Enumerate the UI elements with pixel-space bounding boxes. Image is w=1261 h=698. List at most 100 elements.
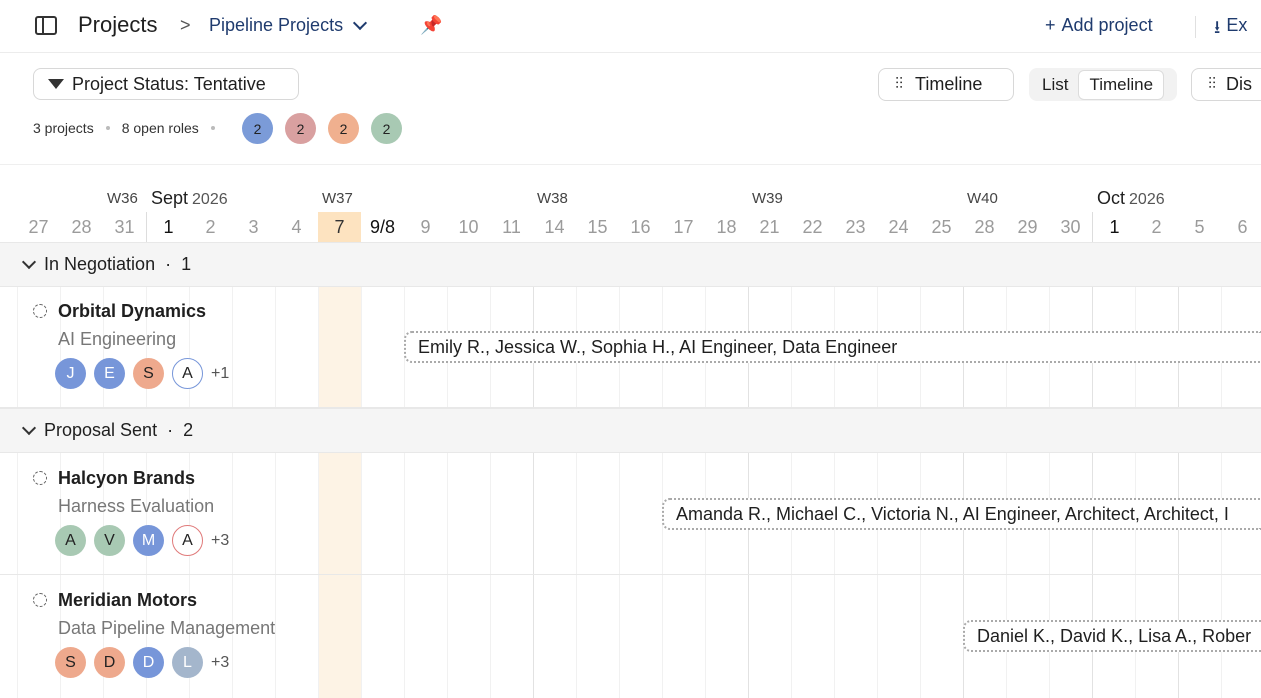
day-cell: 28 [974, 216, 995, 237]
breadcrumb-current-dropdown[interactable]: Pipeline Projects [209, 15, 368, 36]
role-count-badge[interactable]: 2 [285, 113, 316, 144]
avatar[interactable]: A [172, 525, 203, 556]
role-badges: 2 2 2 2 [242, 113, 402, 144]
view-list-option[interactable]: List [1032, 71, 1078, 99]
group-dot-separator: · [165, 254, 172, 274]
project-subtitle: Harness Evaluation [58, 496, 215, 516]
status-circle-icon[interactable] [33, 304, 47, 318]
avatar[interactable]: L [172, 647, 203, 678]
chevron-down-icon [21, 420, 37, 436]
day-cell: 16 [630, 216, 651, 237]
view-toggle: List Timeline [1029, 68, 1177, 101]
group-count: 1 [181, 254, 192, 274]
avatar[interactable]: S [55, 647, 86, 678]
month-year: 2026 [1129, 191, 1165, 208]
month-name: Sept [151, 188, 189, 208]
group-label: Proposal Sent · 2 [21, 420, 194, 441]
group-dot-separator: · [167, 420, 174, 440]
avatar[interactable]: V [94, 525, 125, 556]
day-cell: 2 [1151, 216, 1162, 237]
avatar[interactable]: M [133, 525, 164, 556]
download-icon: ⭳ [1214, 17, 1221, 37]
month-label: Sept 2026 [151, 188, 228, 209]
summary-stats: 3 projects 8 open roles [33, 120, 215, 136]
week-label: W40 [967, 190, 998, 207]
open-roles-count: 8 open roles [121, 120, 199, 136]
day-cell: 25 [931, 216, 952, 237]
role-count-badge[interactable]: 2 [242, 113, 273, 144]
day-cell: 18 [716, 216, 737, 237]
header-divider [1195, 16, 1196, 38]
day-cell: 9/8 [369, 216, 396, 237]
avatar[interactable]: E [94, 358, 125, 389]
avatar[interactable]: S [133, 358, 164, 389]
assignment-bar[interactable]: Daniel K., David K., Lisa A., Rober [963, 620, 1261, 652]
project-name[interactable]: Meridian Motors [58, 590, 197, 611]
avatar[interactable]: A [55, 525, 86, 556]
day-cell: 3 [248, 216, 259, 237]
assignment-bar[interactable]: Amanda R., Michael C., Victoria N., AI E… [662, 498, 1261, 530]
day-cell: 23 [845, 216, 866, 237]
timeline-settings-button[interactable]: ⫶⫶ Timeline [878, 68, 1014, 101]
role-count-badge[interactable]: 2 [328, 113, 359, 144]
export-button[interactable]: ⭳ Ex [1214, 15, 1247, 45]
day-cell: 2 [205, 216, 216, 237]
display-button[interactable]: ⫶⫶ Dis [1191, 68, 1261, 101]
week-label: W38 [537, 190, 568, 207]
assignment-bar[interactable]: Emily R., Jessica W., Sophia H., AI Engi… [404, 331, 1261, 363]
project-name[interactable]: Orbital Dynamics [58, 301, 206, 322]
week-label: W36 [107, 190, 138, 207]
more-avatars-count[interactable]: +1 [211, 365, 229, 383]
day-cell: 5 [1194, 216, 1205, 237]
group-count: 2 [183, 420, 194, 440]
project-subtitle: AI Engineering [58, 329, 177, 349]
dot-separator [210, 126, 215, 130]
add-project-button[interactable]: + Add project [1045, 15, 1153, 36]
month-year: 2026 [192, 191, 228, 208]
avatar[interactable]: J [55, 358, 86, 389]
day-cell: 9 [420, 216, 431, 237]
project-status-filter[interactable]: Project Status: Tentative [33, 68, 299, 100]
week-label: W39 [752, 190, 783, 207]
plus-icon: + [1045, 15, 1056, 35]
role-count-badge[interactable]: 2 [371, 113, 402, 144]
more-avatars-count[interactable]: +3 [211, 532, 229, 550]
project-row[interactable]: Orbital Dynamics AI Engineering J E S A … [0, 287, 1261, 408]
avatar[interactable]: D [133, 647, 164, 678]
day-cell: 10 [458, 216, 479, 237]
sidebar-toggle-icon[interactable] [35, 16, 57, 35]
header-separator [0, 164, 1261, 165]
breadcrumb-current-label: Pipeline Projects [209, 15, 344, 35]
day-cell: 15 [587, 216, 608, 237]
day-cell: 24 [888, 216, 909, 237]
day-cell: 4 [291, 216, 302, 237]
project-row[interactable]: Halcyon Brands Harness Evaluation A V M … [0, 453, 1261, 575]
avatar[interactable]: A [172, 358, 203, 389]
display-label: Dis [1226, 74, 1253, 94]
view-timeline-option[interactable]: Timeline [1078, 69, 1165, 100]
project-row[interactable]: Meridian Motors Data Pipeline Management… [0, 575, 1261, 698]
status-circle-icon[interactable] [33, 593, 47, 607]
avatar-group: J E S A +1 [55, 358, 229, 389]
breadcrumb-projects[interactable]: Projects [78, 12, 157, 38]
more-avatars-count[interactable]: +3 [211, 654, 229, 672]
group-header[interactable]: Proposal Sent · 2 [0, 408, 1261, 453]
filter-icon [48, 79, 64, 89]
week-label: W37 [322, 190, 353, 207]
project-subtitle: Data Pipeline Management [58, 618, 276, 638]
group-header[interactable]: In Negotiation · 1 [0, 242, 1261, 287]
status-circle-icon[interactable] [33, 471, 47, 485]
project-name[interactable]: Halcyon Brands [58, 468, 195, 489]
avatar-group: A V M A +3 [55, 525, 229, 556]
avatar[interactable]: D [94, 647, 125, 678]
day-cell: 1 [1092, 212, 1136, 242]
day-cell: 6 [0, 212, 17, 242]
filter-label: Project Status: Tentative [72, 73, 266, 94]
day-cell: 22 [802, 216, 823, 237]
group-name: Proposal Sent [44, 420, 158, 440]
projects-count: 3 projects [33, 120, 94, 136]
dot-separator [105, 126, 110, 130]
chevron-down-icon [353, 15, 368, 31]
day-cell: 17 [673, 216, 694, 237]
pin-icon[interactable]: 📌 [420, 15, 442, 36]
